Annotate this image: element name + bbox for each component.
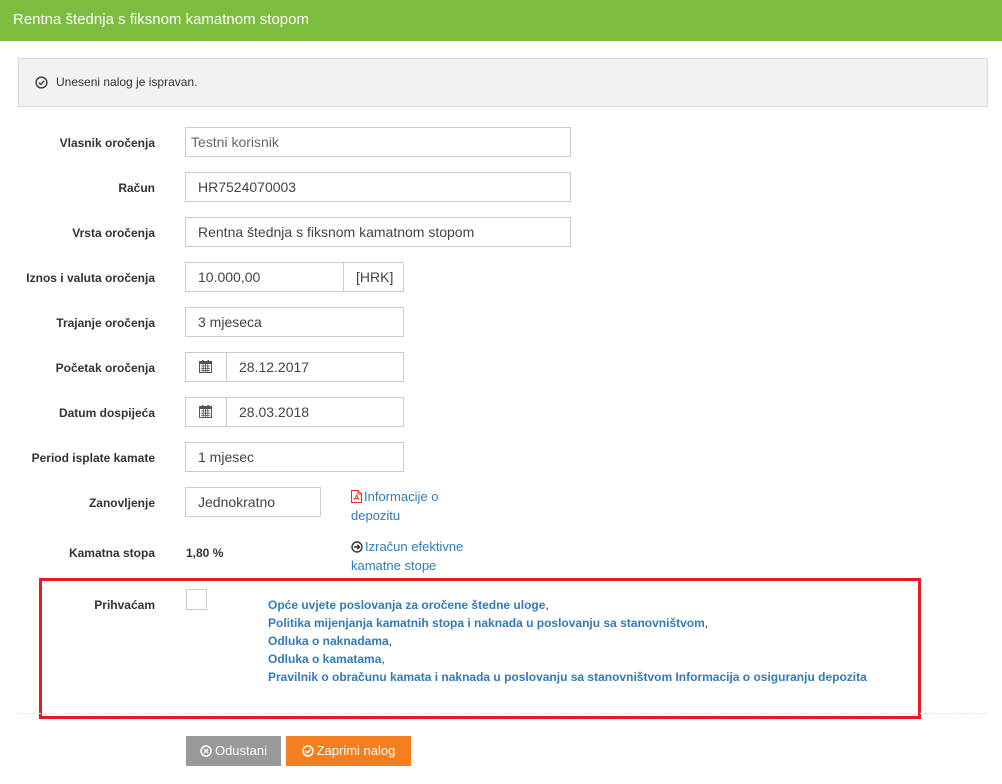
term-item: Odluka o kamatama, [268, 652, 385, 666]
cancel-circle-icon [200, 745, 212, 757]
page-header: Rentna štednja s fiksnom kamatnom stopom [0, 0, 1002, 41]
term-item: Odluka o naknadama, [268, 634, 393, 648]
effective-rate-link-line1[interactable]: Izračun efektivne [365, 539, 463, 554]
pdf-file-icon [351, 490, 362, 503]
owner-label: Vlasnik oročenja [59, 136, 155, 150]
duration-field[interactable]: 3 mjeseca [185, 307, 404, 337]
page-title: Rentna štednja s fiksnom kamatnom stopom [13, 11, 309, 28]
term-link-general-conditions[interactable]: Opće uvjete poslovanja za oročene štedne… [268, 598, 545, 612]
deposit-info-link[interactable]: Informacije o depozitu [351, 487, 438, 525]
alert-message: Uneseni nalog je ispravan. [56, 75, 198, 89]
owner-field[interactable]: Testni korisnik [185, 127, 571, 157]
form-divider [18, 713, 988, 714]
deposit-type-field[interactable]: Rentna štednja s fiksnom kamatnom stopom [185, 217, 571, 247]
account-label: Račun [118, 181, 155, 195]
check-circle-icon [301, 745, 314, 757]
deposit-info-link-line1[interactable]: Informacije o [364, 489, 438, 504]
start-date-label: Početak oročenja [55, 361, 155, 375]
success-alert: Uneseni nalog je ispravan. [18, 58, 988, 107]
terms-list: Opće uvjete poslovanja za oročene štedne… [268, 596, 867, 686]
start-calendar-button[interactable] [185, 352, 227, 382]
deposit-type-label: Vrsta oročenja [72, 226, 155, 240]
term-link-fees-decision[interactable]: Odluka o naknadama [268, 634, 389, 648]
term-item: Politika mijenjanja kamatnih stopa i nak… [268, 616, 709, 630]
maturity-date-field[interactable]: 28.03.2018 [226, 397, 404, 427]
accept-checkbox[interactable] [186, 589, 207, 610]
submit-order-button[interactable]: Zaprimi nalog [286, 736, 411, 766]
deposit-info-link-line2[interactable]: depozitu [351, 506, 438, 525]
amount-label: Iznos i valuta oročenja [26, 271, 155, 285]
start-date-field[interactable]: 28.12.2017 [226, 352, 404, 382]
duration-label: Trajanje oročenja [56, 316, 155, 330]
submit-button-label: Zaprimi nalog [316, 743, 396, 758]
term-item: Opće uvjete poslovanja za oročene štedne… [268, 598, 549, 612]
accept-label: Prihvaćam [94, 598, 155, 612]
term-link-interest-decision[interactable]: Odluka o kamatama [268, 652, 381, 666]
interest-rate-label: Kamatna stopa [68, 546, 155, 560]
interest-period-label: Period isplate kamate [31, 451, 155, 465]
cancel-button-label: Odustani [214, 743, 268, 758]
term-item: Pravilnik o obračunu kamata i naknada u … [268, 668, 867, 686]
account-field[interactable]: HR7524070003 [185, 172, 571, 202]
interest-period-field[interactable]: 1 mjesec [185, 442, 404, 472]
term-link-calculation-rules[interactable]: Pravilnik o obračunu kamata i naknada u … [268, 670, 867, 684]
renewal-field[interactable]: Jednokratno [185, 487, 321, 517]
arrow-circle-right-icon [351, 541, 363, 553]
currency-addon: [HRK] [343, 262, 404, 292]
effective-rate-link-line2[interactable]: kamatne stope [351, 556, 463, 575]
maturity-date-label: Datum dospijeća [58, 406, 155, 420]
maturity-calendar-button[interactable] [185, 397, 227, 427]
effective-rate-link[interactable]: Izračun efektivne kamatne stope [351, 537, 463, 575]
check-circle-icon [35, 76, 48, 89]
calendar-icon [199, 360, 212, 373]
calendar-icon [199, 405, 212, 418]
amount-field[interactable]: 10.000,00 [185, 262, 344, 292]
renewal-label: Zanovljenje [88, 496, 155, 510]
cancel-button[interactable]: Odustani [186, 736, 281, 766]
interest-rate-value: 1,80 % [186, 546, 224, 560]
term-link-rate-policy[interactable]: Politika mijenjanja kamatnih stopa i nak… [268, 616, 705, 630]
